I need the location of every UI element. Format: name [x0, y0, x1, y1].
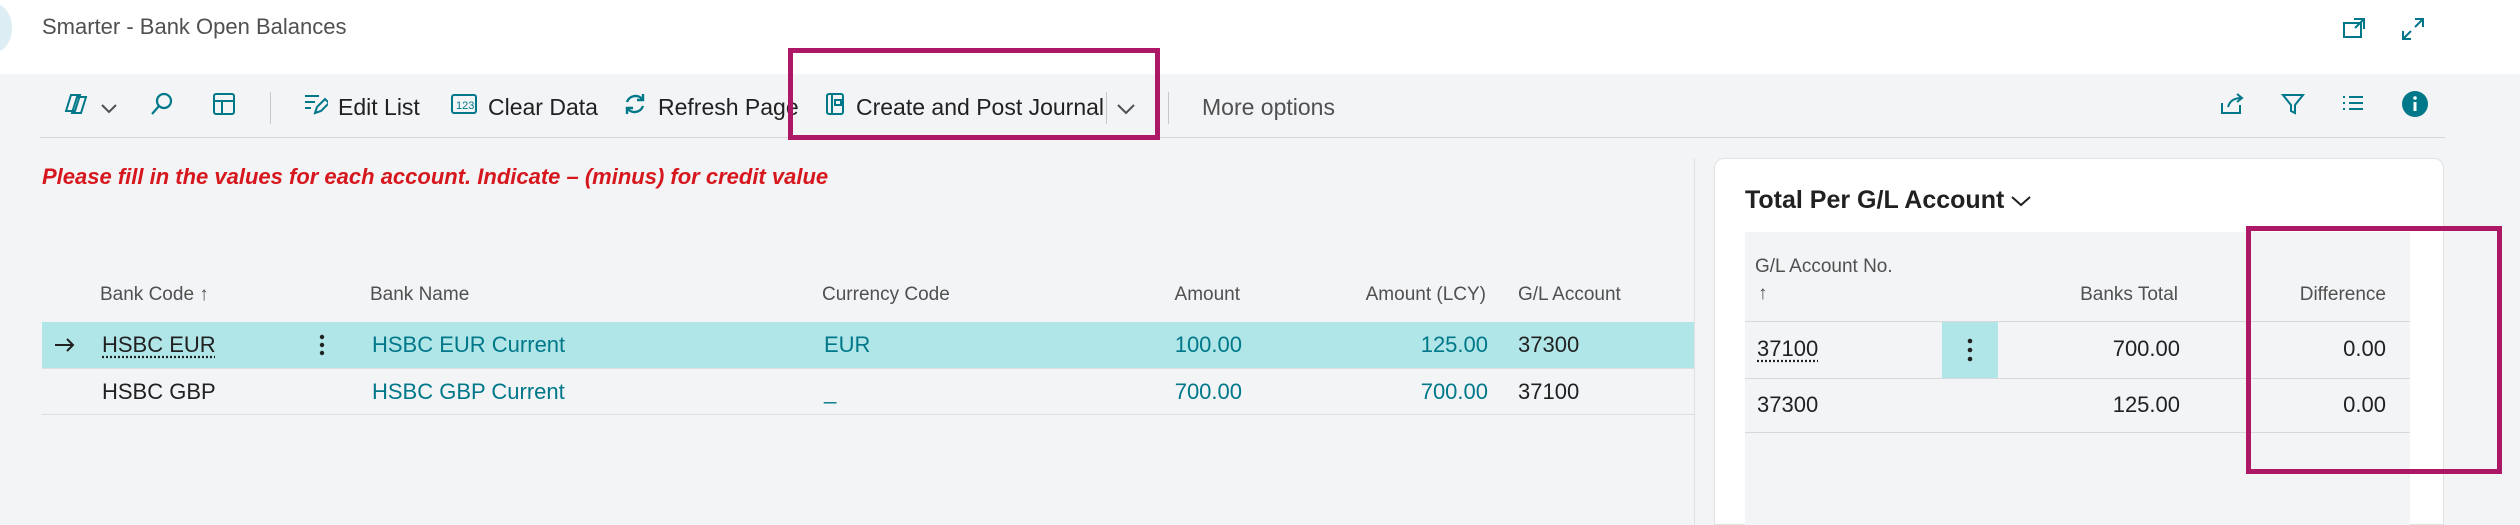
- gl-account-no-cell[interactable]: 37100: [1757, 322, 1818, 376]
- layout-button[interactable]: [210, 90, 238, 124]
- title-bar: Smarter - Bank Open Balances: [0, 0, 2520, 74]
- share-icon: [2218, 91, 2246, 123]
- create-and-post-journal-button[interactable]: Create and Post Journal: [824, 90, 1104, 124]
- copilot-icon: [60, 91, 90, 123]
- search-button[interactable]: [148, 90, 176, 124]
- bank-code-cell[interactable]: HSBC EUR: [102, 322, 216, 368]
- copilot-button[interactable]: [60, 90, 118, 124]
- expand-icon[interactable]: [2396, 12, 2430, 46]
- create-and-post-journal-label: Create and Post Journal: [856, 93, 1105, 120]
- sort-ascending-icon: ↑: [1758, 283, 1768, 304]
- edit-list-label: Edit List: [338, 93, 420, 120]
- amount-cell[interactable]: 700.00: [1122, 369, 1242, 415]
- edit-list-button[interactable]: Edit List: [302, 90, 420, 124]
- share-button[interactable]: [2218, 90, 2246, 124]
- page-title: Smarter - Bank Open Balances: [42, 14, 347, 39]
- difference-cell: 0.00: [2343, 336, 2386, 361]
- currency-code-cell[interactable]: EUR: [824, 322, 870, 368]
- gl-account-no-cell[interactable]: 37300: [1757, 378, 1818, 432]
- pane-splitter[interactable]: [1694, 158, 1695, 525]
- banks-total-cell: 700.00: [2112, 336, 2180, 361]
- amount-lcy-cell[interactable]: 125.00: [1368, 322, 1488, 368]
- navigation-pane-toggle[interactable]: [0, 4, 12, 52]
- column-header-bank-code[interactable]: Bank Code ↑: [100, 284, 209, 306]
- edit-list-icon: [302, 91, 331, 123]
- bank-code-cell[interactable]: HSBC GBP: [102, 369, 216, 415]
- instruction-message: Please fill in the values for each accou…: [42, 164, 829, 189]
- difference-cell: 0.00: [2343, 392, 2386, 417]
- create-post-dropdown-button[interactable]: [1116, 90, 1136, 124]
- currency-code-cell[interactable]: _: [824, 369, 836, 415]
- command-separator: [1168, 92, 1169, 124]
- column-header-bank-name[interactable]: Bank Name: [370, 284, 469, 306]
- column-header-currency-code[interactable]: Currency Code: [822, 284, 950, 306]
- filter-icon: [2280, 91, 2306, 123]
- factbox-title[interactable]: Total Per G/L Account: [1745, 186, 2032, 215]
- factbox-title-label: Total Per G/L Account: [1745, 186, 2005, 214]
- refresh-page-label: Refresh Page: [658, 93, 799, 120]
- column-header-banks-total[interactable]: Banks Total: [2080, 284, 2178, 306]
- bank-name-cell[interactable]: HSBC GBP Current: [372, 369, 565, 415]
- column-header-gl-account[interactable]: G/L Account: [1518, 284, 1621, 306]
- refresh-page-button[interactable]: Refresh Page: [622, 90, 799, 124]
- refresh-icon: [622, 91, 648, 123]
- chevron-down-icon: [1116, 94, 1136, 121]
- gl-account-cell[interactable]: 37100: [1518, 369, 1579, 415]
- row-divider: [1745, 432, 2410, 433]
- column-header-amount-lcy[interactable]: Amount (LCY): [1320, 284, 1486, 306]
- row-arrow-icon: [54, 322, 76, 368]
- open-in-new-window-icon[interactable]: [2337, 12, 2371, 46]
- svg-text:123: 123: [456, 100, 474, 112]
- search-icon: [148, 90, 176, 124]
- gl-account-cell[interactable]: 37300: [1518, 322, 1579, 368]
- bank-code-value: HSBC EUR: [102, 332, 216, 357]
- column-header-gl-account-no[interactable]: G/L Account No.: [1755, 256, 1893, 278]
- row-actions-icon[interactable]: [1942, 322, 1998, 378]
- more-options-label: More options: [1202, 93, 1335, 120]
- column-header-amount[interactable]: Amount: [1140, 284, 1240, 306]
- info-button[interactable]: [2401, 90, 2429, 124]
- more-options-button[interactable]: More options: [1202, 90, 1335, 124]
- chevron-down-icon: [2010, 186, 2032, 215]
- chevron-down-icon: [100, 94, 118, 121]
- amount-lcy-cell[interactable]: 700.00: [1368, 369, 1488, 415]
- banks-total-cell: 125.00: [2112, 392, 2180, 417]
- clear-data-button[interactable]: 123 Clear Data: [450, 90, 598, 124]
- table-row[interactable]: HSBC GBP HSBC GBP Current _ 700.00 700.0…: [42, 369, 1694, 415]
- layout-icon: [210, 90, 238, 124]
- row-divider: [42, 414, 1694, 415]
- sort-ascending-icon: ↑: [199, 284, 209, 305]
- journal-icon: [824, 91, 846, 123]
- command-separator: [1106, 92, 1107, 124]
- clear-data-icon: 123: [450, 91, 478, 123]
- clear-data-label: Clear Data: [488, 93, 598, 120]
- bank-code-header-label: Bank Code: [100, 284, 195, 305]
- command-separator: [270, 92, 271, 124]
- amount-cell[interactable]: 100.00: [1122, 322, 1242, 368]
- column-header-difference[interactable]: Difference: [2290, 284, 2386, 306]
- list-view-button[interactable]: [2340, 90, 2366, 124]
- row-actions-icon[interactable]: [318, 322, 326, 368]
- gl-account-no-value: 37100: [1757, 336, 1819, 361]
- table-row[interactable]: HSBC EUR HSBC EUR Current EUR 100.00 125…: [42, 322, 1694, 368]
- list-view-icon: [2340, 91, 2366, 123]
- info-icon: [2401, 90, 2429, 124]
- filter-button[interactable]: [2280, 90, 2306, 124]
- bank-name-cell[interactable]: HSBC EUR Current: [372, 322, 565, 368]
